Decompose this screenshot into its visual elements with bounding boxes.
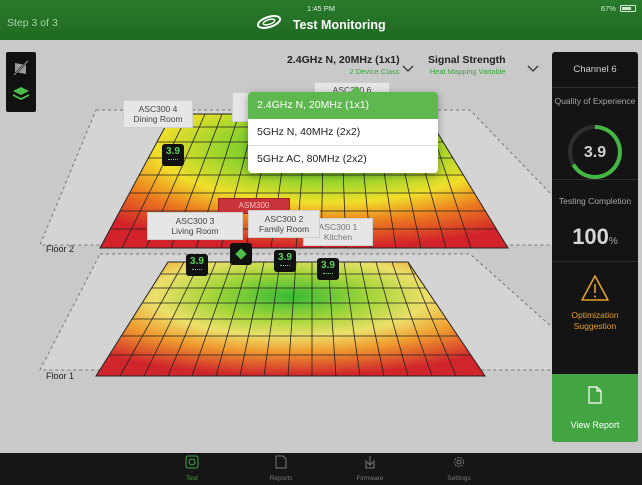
testing-completion-label: Testing Completion: [558, 196, 632, 206]
ap-name: ASC300 2: [264, 214, 304, 224]
status-time: 1:45 PM: [307, 4, 335, 13]
top-bar: Step 3 of 3 1:45 PM 67% Test Monitoring: [0, 0, 642, 40]
reports-icon: [275, 455, 287, 473]
testing-percent: 100: [572, 224, 609, 249]
node-score: 3.9: [278, 252, 292, 263]
view-report-button[interactable]: View Report: [552, 374, 638, 442]
chevron-down-icon[interactable]: [402, 60, 414, 78]
battery-percent: 67%: [600, 4, 616, 13]
band-selector-value: 2.4GHz N, 20MHz (1x1): [287, 54, 400, 66]
metric-selector-value: Signal Strength: [428, 54, 506, 66]
band-selector[interactable]: 2.4GHz N, 20MHz (1x1) 2 Device Class: [287, 54, 400, 76]
qoe-label: Quality of Experience: [554, 96, 636, 106]
ap-room: Family Room: [258, 224, 310, 234]
tab-label: Firmware: [356, 475, 384, 482]
ap-label[interactable]: ASC300 4 Dining Room: [123, 100, 193, 128]
client-node[interactable]: 3.9: [162, 144, 184, 166]
client-node[interactable]: 3.9: [317, 258, 339, 280]
tab-firmware[interactable]: Firmware: [340, 455, 400, 482]
band-selector-sub: 2 Device Class: [349, 67, 400, 76]
tab-reports[interactable]: Reports: [251, 455, 311, 482]
optimization-suggestion-link[interactable]: Optimization Suggestion: [552, 310, 638, 332]
qoe-value: 3.9: [583, 144, 607, 161]
ap-label[interactable]: ASC300 3 Living Room: [147, 212, 243, 240]
app-logo-icon: [256, 15, 282, 34]
stats-panel: Channel 6 Quality of Experience 3.9 Test…: [552, 52, 638, 442]
firmware-icon: [363, 456, 377, 473]
tab-label: Reports: [269, 475, 293, 482]
ap-name: ASC300 3: [175, 216, 215, 226]
page-title: Test Monitoring: [292, 17, 386, 32]
ap-room: Dining Room: [133, 114, 183, 124]
testing-completion-value: 100%: [552, 224, 638, 250]
testing-unit: %: [608, 236, 618, 247]
tab-label: Test: [186, 475, 198, 482]
chevron-down-icon[interactable]: [527, 60, 539, 78]
test-icon: [185, 455, 199, 473]
ap-name: ASC300 4: [138, 104, 178, 114]
metric-selector[interactable]: Signal Strength Heat Mapping Variable: [428, 54, 506, 76]
title-area: Test Monitoring: [0, 15, 642, 34]
battery-icon: [620, 5, 636, 12]
ap-label[interactable]: ASC300 2 Family Room: [248, 210, 320, 238]
ap-room: Living Room: [171, 226, 219, 236]
battery-status: 67%: [601, 4, 636, 13]
router-icon[interactable]: [230, 243, 252, 265]
ap-name: ASM300: [238, 201, 270, 210]
tab-settings[interactable]: Settings: [429, 455, 489, 482]
hide-labels-icon[interactable]: [13, 60, 29, 81]
band-option[interactable]: 5GHz AC, 80MHz (2x2): [248, 146, 438, 173]
bottom-tab-bar: Test Reports Firmware Settings: [0, 453, 642, 485]
view-report-label: View Report: [570, 420, 620, 430]
node-score: 3.9: [166, 146, 180, 157]
warning-icon[interactable]: [580, 274, 610, 307]
node-score: 3.9: [190, 256, 204, 267]
tab-label: Settings: [447, 475, 471, 482]
floor-map-canvas[interactable]: ASC300 4 Dining Room ASC300 6 ASM300 3.9…: [0, 40, 642, 453]
band-option[interactable]: 5GHz N, 40MHz (2x2): [248, 119, 438, 146]
view-tools-panel: [6, 52, 36, 112]
band-option[interactable]: 2.4GHz N, 20MHz (1x1): [248, 92, 438, 119]
tab-test[interactable]: Test: [162, 455, 222, 482]
band-dropdown-menu: 2.4GHz N, 20MHz (1x1) 5GHz N, 40MHz (2x2…: [248, 86, 438, 173]
client-node[interactable]: 3.9: [274, 250, 296, 272]
client-node[interactable]: 3.9: [186, 254, 208, 276]
metric-selector-sub: Heat Mapping Variable: [429, 67, 506, 76]
settings-icon: [452, 456, 466, 473]
floor-label: Floor 1: [46, 371, 75, 381]
channel-label: Channel 6: [552, 52, 638, 88]
node-score: 3.9: [321, 260, 335, 271]
floor-label: Floor 2: [46, 244, 75, 254]
layers-icon[interactable]: [12, 86, 30, 107]
document-icon: [588, 386, 602, 409]
